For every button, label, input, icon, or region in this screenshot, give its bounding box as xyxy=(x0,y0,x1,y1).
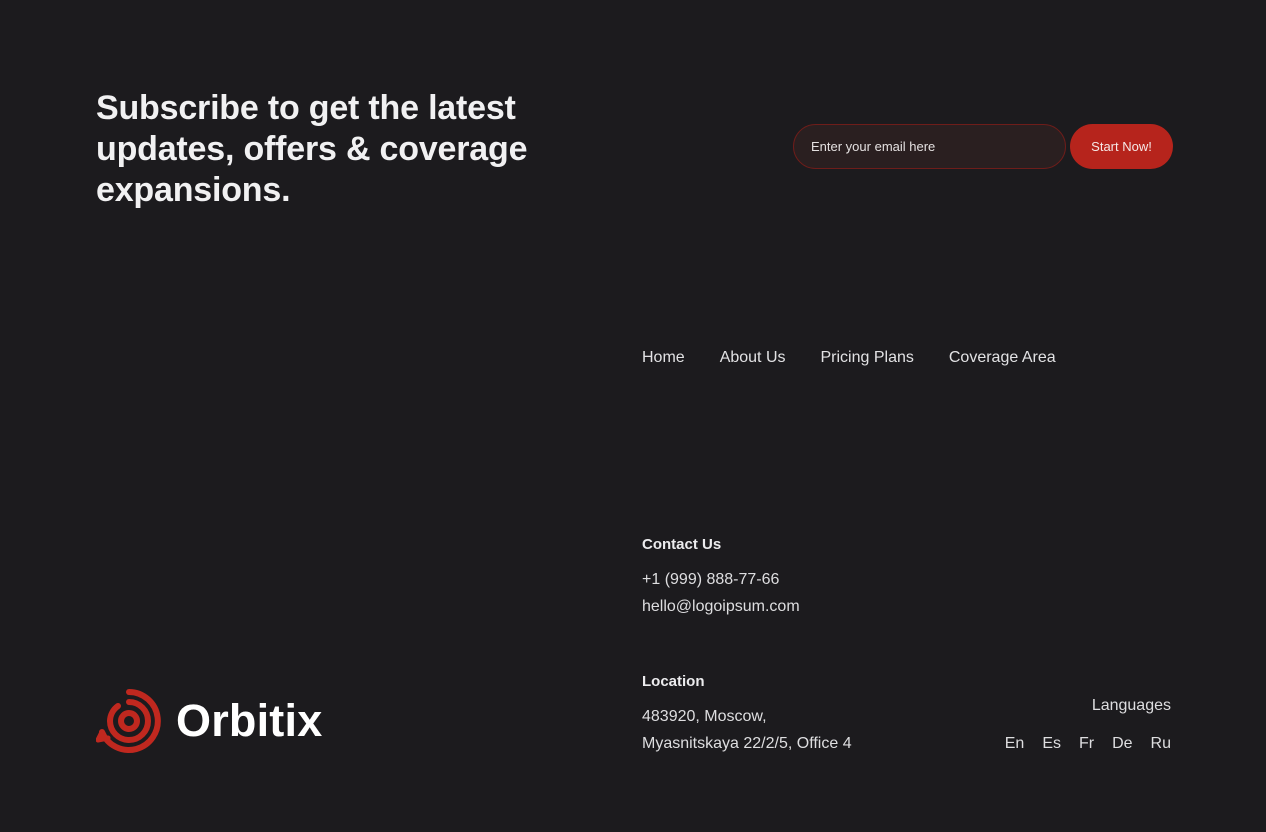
nav-item-about-us[interactable]: About Us xyxy=(720,347,786,369)
contact-phone[interactable]: +1 (999) 888-77-66 xyxy=(642,571,779,589)
language-selector: En Es Fr De Ru xyxy=(1005,735,1171,753)
brand-logo[interactable]: Orbitix xyxy=(96,688,322,754)
orbit-logo-icon xyxy=(96,689,161,753)
email-input[interactable] xyxy=(793,124,1066,169)
lang-ru[interactable]: Ru xyxy=(1151,735,1171,753)
contact-title: Contact Us xyxy=(642,536,722,553)
lang-es[interactable]: Es xyxy=(1042,735,1061,753)
languages-label: Languages xyxy=(1091,697,1171,714)
location-line-2: Myasnitskaya 22/2/5, Office 4 xyxy=(642,735,852,752)
location-line-1: 483920, Moscow, xyxy=(642,708,767,725)
subscribe-form: Start Now! xyxy=(793,124,1173,169)
nav-item-pricing-plans[interactable]: Pricing Plans xyxy=(821,347,914,369)
footer-nav: Home About Us Pricing Plans Coverage Are… xyxy=(642,347,1056,369)
location-title: Location xyxy=(642,673,705,690)
lang-fr[interactable]: Fr xyxy=(1079,735,1094,753)
contact-email[interactable]: hello@logoipsum.com xyxy=(642,598,800,616)
nav-item-home[interactable]: Home xyxy=(642,347,685,369)
lang-en[interactable]: En xyxy=(1005,735,1025,753)
brand-name: Orbitix xyxy=(176,695,323,746)
nav-item-coverage-area[interactable]: Coverage Area xyxy=(949,347,1056,369)
subscribe-headline: Subscribe to get the latest updates, off… xyxy=(96,89,528,209)
lang-de[interactable]: De xyxy=(1112,735,1132,753)
start-now-button[interactable]: Start Now! xyxy=(1070,124,1173,169)
